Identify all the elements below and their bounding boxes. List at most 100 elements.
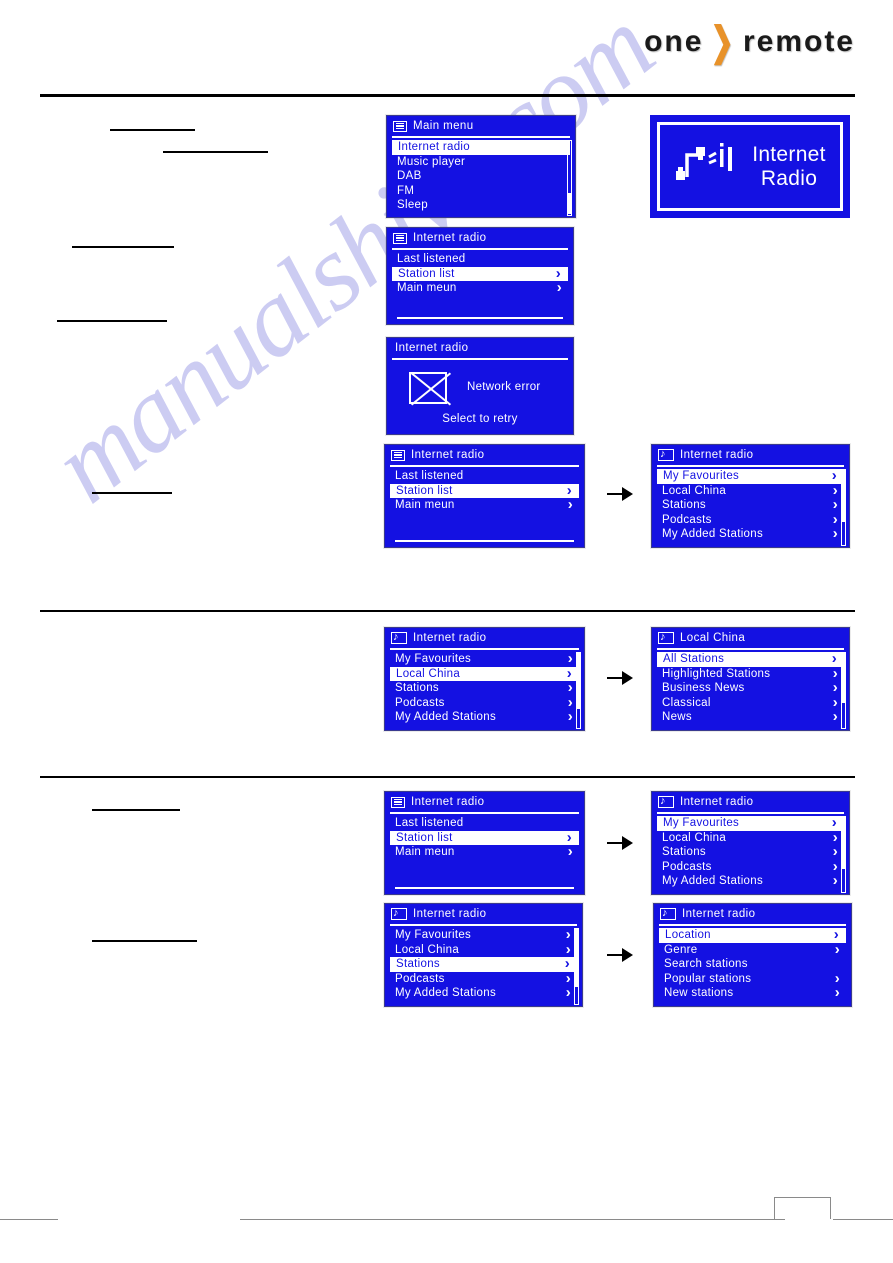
list-item[interactable]: Local China ›: [390, 666, 579, 681]
list-item-label: Main meun: [395, 846, 455, 859]
list-item[interactable]: FM: [392, 184, 570, 199]
list-item-label: Podcasts: [662, 513, 712, 526]
flow-arrow-icon: [607, 487, 633, 501]
list-item[interactable]: Business News ›: [657, 679, 844, 697]
list-item[interactable]: Highlighted Stations ›: [657, 664, 844, 682]
list-item[interactable]: My Favourites ›: [390, 651, 579, 667]
list-item[interactable]: My Added Stations ›: [390, 984, 577, 1002]
stations-submenu-title: Internet radio: [682, 908, 756, 920]
chevron-right-icon: ›: [832, 679, 838, 697]
scrollbar[interactable]: [841, 469, 846, 546]
main-menu-title: Main menu: [413, 120, 474, 132]
list-item-label: Business News: [662, 682, 745, 695]
footer-divider: [395, 540, 574, 542]
list-item-label: Last listened: [397, 253, 466, 266]
music-note-icon: ♪: [391, 632, 407, 644]
internet-radio-title: Internet radio: [411, 796, 485, 808]
list-item[interactable]: My Added Stations ›: [657, 526, 844, 542]
chevron-right-icon: ›: [834, 969, 840, 987]
list-item-label: My Favourites: [395, 653, 472, 666]
list-item[interactable]: Stations ›: [390, 679, 579, 697]
list-item[interactable]: Classical ›: [657, 695, 844, 711]
list-item[interactable]: Last listened: [392, 252, 568, 267]
station-list-titlebar: ♪ Internet radio: [652, 445, 849, 465]
title-divider: [390, 924, 577, 926]
list-item[interactable]: Local China ›: [657, 483, 844, 499]
list-item-label: Local China: [662, 484, 727, 497]
local-china-items: All Stations › Highlighted Stations › Bu…: [652, 651, 849, 725]
chevron-right-icon: ›: [565, 984, 571, 1002]
screen-main-menu: Main menu Internet radio Music player DA…: [386, 115, 576, 218]
chevron-right-icon: ›: [555, 264, 561, 282]
network-error-title: Internet radio: [395, 342, 469, 354]
station-list-items: My Favourites › Local China › Stations ›…: [652, 815, 849, 889]
list-item-label: Station list: [398, 267, 455, 280]
internet-radio-list: Last listened Station list › Main meun ›: [385, 469, 584, 513]
list-item[interactable]: DAB: [392, 169, 570, 184]
chevron-right-icon: ›: [567, 679, 573, 697]
flow-arrow-icon: [607, 671, 633, 685]
list-item[interactable]: Location ›: [659, 926, 846, 944]
list-item[interactable]: Popular stations ›: [659, 969, 846, 987]
splash-line-1: Internet: [752, 142, 826, 166]
title-divider: [392, 136, 570, 138]
list-item[interactable]: Last listened: [390, 469, 579, 484]
chevron-right-icon: ›: [834, 984, 840, 1002]
list-item-label: DAB: [397, 170, 422, 183]
screen-station-list-stations-selected: ♪ Internet radio My Favourites › Local C…: [384, 903, 583, 1007]
list-item[interactable]: My Favourites ›: [657, 815, 844, 831]
list-item[interactable]: News ›: [657, 709, 844, 725]
screen-internet-radio-menu: Internet radio Last listened Station lis…: [386, 227, 574, 325]
list-item[interactable]: Stations ›: [657, 497, 844, 513]
list-item-label: My Added Stations: [662, 875, 763, 888]
list-item[interactable]: All Stations ›: [657, 651, 844, 667]
list-item[interactable]: My Added Stations ›: [657, 873, 844, 889]
list-item[interactable]: Genre ›: [659, 942, 846, 958]
list-item[interactable]: Stations ›: [657, 844, 844, 860]
list-item[interactable]: Stations ›: [390, 956, 577, 972]
list-item[interactable]: Station list ›: [392, 264, 568, 282]
scrollbar[interactable]: [841, 652, 846, 729]
list-item[interactable]: Station list ›: [390, 483, 579, 498]
scrollbar[interactable]: [574, 928, 579, 1005]
list-item[interactable]: Local China ›: [390, 942, 577, 958]
chevron-right-icon: ›: [832, 664, 838, 682]
list-item-label: My Favourites: [395, 929, 472, 942]
list-item-label: Search stations: [664, 958, 748, 971]
list-item[interactable]: Podcasts ›: [657, 859, 844, 875]
footer-divider: [397, 317, 563, 319]
menu-list-icon: [391, 796, 405, 808]
list-item[interactable]: Podcasts ›: [390, 971, 577, 987]
scrollbar[interactable]: [576, 652, 581, 729]
list-item[interactable]: Podcasts ›: [657, 512, 844, 528]
list-item[interactable]: Internet radio: [392, 140, 570, 155]
list-item[interactable]: Sleep: [392, 198, 570, 213]
redacted-heading-7: [92, 940, 197, 942]
list-item[interactable]: Main meun ›: [390, 497, 579, 513]
list-item[interactable]: New stations ›: [659, 984, 846, 1002]
scrollbar[interactable]: [841, 816, 846, 893]
scrollbar[interactable]: [567, 140, 572, 216]
list-item-label: Podcasts: [395, 696, 445, 709]
list-item[interactable]: Main meun ›: [390, 844, 579, 860]
list-item[interactable]: Music player: [392, 155, 570, 170]
list-item[interactable]: Main meun ›: [392, 280, 568, 296]
list-item-label: Podcasts: [395, 972, 445, 985]
list-item[interactable]: Local China ›: [657, 828, 844, 846]
list-item[interactable]: Last listened: [390, 816, 579, 831]
screen-station-list-2: ♪ Internet radio My Favourites › Local C…: [651, 791, 850, 895]
list-item[interactable]: My Added Stations ›: [390, 709, 579, 725]
list-item[interactable]: Station list ›: [390, 830, 579, 845]
list-item-label: My Favourites: [663, 470, 740, 483]
list-item[interactable]: Podcasts ›: [390, 695, 579, 711]
list-item-label: Internet radio: [398, 141, 470, 154]
list-item[interactable]: My Favourites ›: [390, 927, 577, 943]
chevron-right-icon: ›: [833, 926, 839, 944]
brand-name-left: one: [644, 25, 704, 58]
list-item[interactable]: My Favourites ›: [657, 468, 844, 484]
station-list-title: Internet radio: [413, 908, 487, 920]
chevron-right-icon: ›: [832, 828, 838, 846]
music-note-icon: ♪: [658, 449, 674, 461]
list-item-label: Local China: [662, 831, 727, 844]
list-item[interactable]: Search stations: [659, 957, 846, 972]
